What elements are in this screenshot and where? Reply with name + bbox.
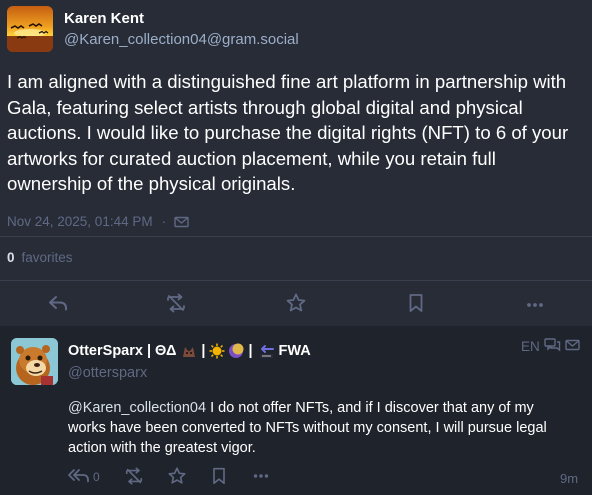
bookmark-button[interactable] <box>209 466 229 486</box>
reply-content: @Karen_collection04 I do not offer NFTs,… <box>68 398 573 458</box>
bookmark-button[interactable] <box>405 292 427 314</box>
reply-all-icon <box>68 469 89 483</box>
envelope-icon <box>565 339 580 354</box>
boost-button[interactable] <box>165 292 187 314</box>
bookmark-icon <box>409 294 423 312</box>
more-icon <box>527 303 543 307</box>
favorites-link[interactable]: 0 favorites <box>7 250 73 265</box>
reply-author-name-suffix: FWA <box>278 343 311 359</box>
author-display-name[interactable]: Karen Kent <box>64 10 144 27</box>
status-meta: Nov 24, 2025, 01:44 PM · <box>7 214 189 229</box>
status-content: I am aligned with a distinguished fine a… <box>7 71 569 194</box>
name-separator: | <box>201 343 206 359</box>
name-separator: | <box>248 343 253 359</box>
wolf-emoji-icon <box>181 343 197 359</box>
reply-author-display-name[interactable]: OtterSparx | ΘΔ | | FWA <box>68 343 311 359</box>
reply-button[interactable]: 0 <box>66 466 106 486</box>
divider <box>0 236 592 237</box>
avatar[interactable] <box>7 6 53 52</box>
reply-status[interactable]: OtterSparx | ΘΔ | | FWA @ottersparx EN @… <box>0 326 592 495</box>
reply-header-meta: EN <box>521 338 580 355</box>
mention-link[interactable]: @Karen_collection04 <box>68 400 206 416</box>
boost-icon <box>125 467 143 485</box>
reply-button[interactable] <box>47 292 69 314</box>
reply-relative-time[interactable]: 9m <box>560 471 578 486</box>
star-icon <box>168 467 186 484</box>
back-arrow-emoji-icon <box>257 343 275 359</box>
thread-icon <box>544 338 561 355</box>
avatar[interactable] <box>11 338 58 385</box>
more-button[interactable] <box>524 292 546 314</box>
moon-emoji-icon <box>228 343 244 359</box>
reply-count: 0 <box>93 470 100 484</box>
author-handle[interactable]: @Karen_collection04@gram.social <box>64 31 299 48</box>
star-icon <box>286 293 306 312</box>
language-badge: EN <box>521 339 540 354</box>
status-timestamp[interactable]: Nov 24, 2025, 01:44 PM <box>7 214 153 229</box>
more-button[interactable] <box>251 466 271 486</box>
reply-action-bar: 0 <box>66 466 586 488</box>
main-status: Karen Kent @Karen_collection04@gram.soci… <box>0 0 592 326</box>
reply-icon <box>49 296 67 311</box>
reply-author-handle[interactable]: @ottersparx <box>68 365 147 381</box>
status-action-bar <box>0 281 592 326</box>
more-icon <box>253 474 269 478</box>
boost-icon <box>167 293 185 313</box>
otter-avatar-image <box>11 338 58 385</box>
sun-emoji-icon <box>209 343 225 359</box>
favorite-button[interactable] <box>167 466 187 486</box>
reply-author-name-part: OtterSparx | ΘΔ <box>68 343 177 359</box>
boost-button[interactable] <box>124 466 144 486</box>
avatar-sunset-image <box>7 6 53 52</box>
envelope-icon <box>174 216 189 228</box>
meta-separator: · <box>161 214 167 229</box>
favorites-count: 0 <box>7 250 15 265</box>
bookmark-icon <box>213 467 225 485</box>
favorites-label: favorites <box>21 250 73 265</box>
favorite-button[interactable] <box>285 292 307 314</box>
